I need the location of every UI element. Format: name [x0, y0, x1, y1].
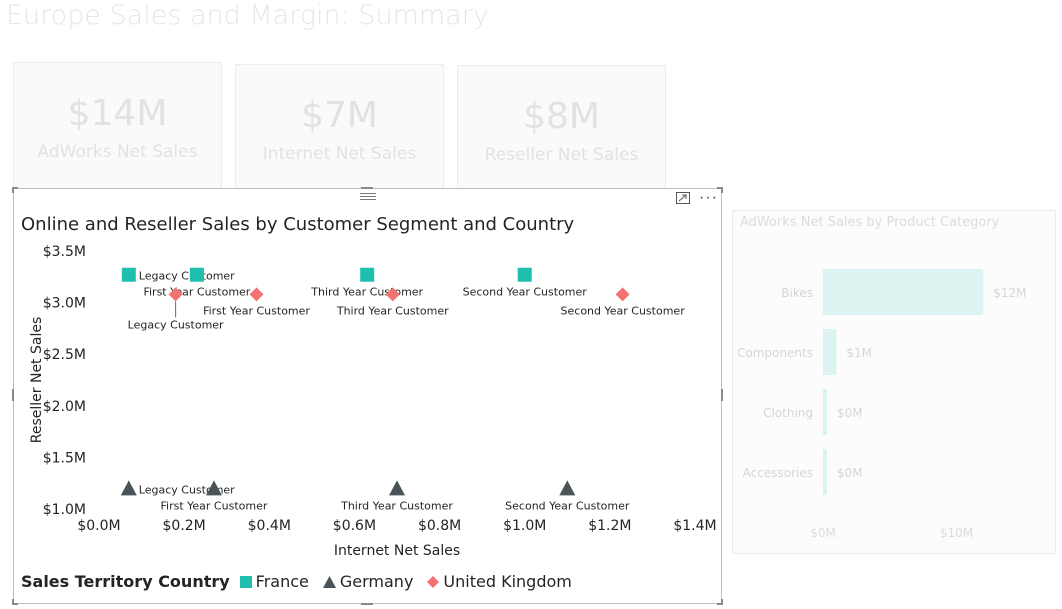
data-label: $0M	[837, 466, 863, 480]
data-label: $12M	[993, 286, 1026, 300]
bar-chart-svg: Bikes $12M Components $1M Clothing $0M Accesso…	[737, 269, 1027, 540]
product-category-bar-visual[interactable]: AdWorks Net Sales by Product Category Bi…	[732, 210, 1056, 554]
category-label: Bikes	[781, 286, 813, 300]
legend-item-france[interactable]: France	[239, 572, 309, 591]
data-label: Third Year Customer	[310, 286, 423, 299]
kpi-card-internet-net-sales[interactable]: $7M Internet Net Sales	[235, 64, 444, 191]
france-point	[189, 267, 204, 282]
legend-item-united-kingdom[interactable]: United Kingdom	[427, 572, 572, 591]
legend-title: Sales Territory Country	[21, 572, 230, 591]
category-label: Clothing	[763, 406, 813, 420]
united-kingdom-point	[249, 287, 264, 302]
resize-handle[interactable]	[12, 599, 14, 605]
kpi-value: $14M	[67, 93, 168, 134]
kpi-value: $7M	[301, 95, 378, 136]
diamond-icon	[427, 575, 440, 588]
y-tick-label: $3.5M	[43, 244, 86, 260]
france-point	[121, 267, 136, 282]
resize-handle[interactable]	[721, 599, 723, 605]
data-label: $0M	[837, 406, 863, 420]
kpi-card-adworks-net-sales[interactable]: $14M AdWorks Net Sales	[13, 62, 222, 189]
data-label: Legacy Customer	[128, 318, 224, 331]
data-label: First Year Customer	[161, 499, 268, 512]
x-tick-label: $0.0M	[77, 518, 120, 534]
x-tick-label: $0.2M	[163, 518, 206, 534]
kpi-label: AdWorks Net Sales	[37, 142, 198, 162]
page-title: Europe Sales and Margin: Summary	[6, 0, 489, 31]
x-tick-label: $0.8M	[418, 518, 461, 534]
bar-bikes	[823, 269, 984, 315]
x-tick-label: $1.2M	[588, 518, 631, 534]
x-tick-label: $10M	[940, 526, 973, 540]
y-tick-label: $3.0M	[43, 296, 86, 312]
data-label: $1M	[846, 346, 872, 360]
legend-item-label: France	[255, 572, 309, 591]
kpi-card-reseller-net-sales[interactable]: $8M Reseller Net Sales	[457, 65, 666, 192]
resize-handle[interactable]	[12, 389, 14, 401]
data-label: Second Year Customer	[463, 286, 588, 299]
x-tick-label: $0M	[810, 526, 836, 540]
kpi-label: Reseller Net Sales	[484, 145, 639, 165]
triangle-icon	[322, 575, 336, 588]
x-axis-title: Internet Net Sales	[334, 543, 460, 559]
x-tick-label: $1.0M	[503, 518, 546, 534]
data-label: Third Year Customer	[336, 304, 449, 317]
france-point	[517, 267, 532, 282]
x-tick-label: $1.4M	[673, 518, 716, 534]
germany-point	[120, 480, 137, 496]
bar-components	[823, 329, 837, 375]
scatter-visual[interactable]: ··· Online and Reseller Sales by Custome…	[12, 187, 723, 605]
bar-clothing	[823, 389, 827, 435]
y-axis-title: Reseller Net Sales	[29, 317, 45, 444]
data-label: Second Year Customer	[561, 304, 686, 317]
category-label: Components	[737, 346, 813, 360]
germany-point	[389, 480, 405, 496]
data-label: Second Year Customer	[505, 499, 630, 512]
scatter-chart-svg: $1.0M $1.5M $2.0M $2.5M $3.0M $3.5M $0.0M $0.2M…	[29, 244, 717, 559]
kpi-value: $8M	[523, 96, 600, 137]
x-tick-label: $0.4M	[248, 518, 291, 534]
legend-item-label: United Kingdom	[443, 572, 572, 591]
y-tick-label: $2.5M	[43, 347, 86, 363]
legend-item-germany[interactable]: Germany	[322, 572, 414, 591]
chart-legend: Sales Territory Country France Germany U…	[21, 572, 586, 591]
data-label: First Year Customer	[203, 304, 310, 317]
category-label: Accessories	[743, 466, 813, 480]
y-tick-label: $1.5M	[43, 450, 86, 466]
resize-handle[interactable]	[12, 187, 14, 193]
legend-item-label: Germany	[339, 572, 414, 591]
data-label: Legacy Customer	[139, 270, 235, 283]
y-tick-label: $2.0M	[43, 399, 86, 415]
data-label: Third Year Customer	[340, 499, 453, 512]
resize-handle[interactable]	[721, 187, 723, 193]
resize-handle[interactable]	[361, 187, 373, 189]
germany-point	[559, 480, 576, 496]
bar-accessories	[823, 449, 827, 495]
kpi-label: Internet Net Sales	[262, 144, 417, 164]
france-point	[360, 267, 375, 282]
resize-handle[interactable]	[361, 603, 373, 605]
y-tick-label: $1.0M	[43, 502, 86, 518]
resize-handle[interactable]	[721, 389, 723, 401]
x-tick-label: $0.6M	[333, 518, 376, 534]
square-icon	[239, 575, 252, 588]
data-label: First Year Customer	[143, 286, 250, 299]
united-kingdom-point	[615, 287, 630, 302]
